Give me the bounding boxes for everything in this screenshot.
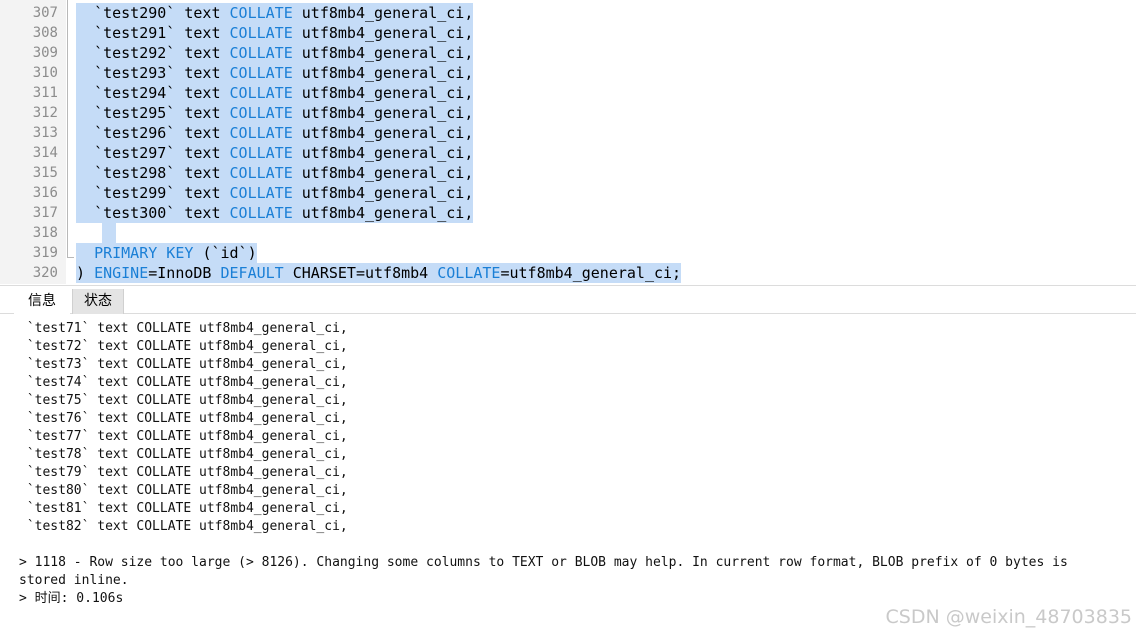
editor-line[interactable]: 307 `test290` text COLLATE utf8mb4_gener… xyxy=(0,3,1136,23)
code-text[interactable]: `test300` text COLLATE utf8mb4_general_c… xyxy=(76,203,474,223)
output-line: `test81` text COLLATE utf8mb4_general_ci… xyxy=(19,501,348,516)
output-line: `test75` text COLLATE utf8mb4_general_ci… xyxy=(19,393,348,408)
line-number: 308 xyxy=(32,25,58,41)
line-number: 317 xyxy=(32,205,58,221)
code-text[interactable]: `test290` text COLLATE utf8mb4_general_c… xyxy=(76,3,474,23)
editor-line[interactable]: 312 `test295` text COLLATE utf8mb4_gener… xyxy=(0,103,1136,123)
execution-time: > 时间: 0.106s xyxy=(19,591,124,606)
code-text[interactable]: `test298` text COLLATE utf8mb4_general_c… xyxy=(76,163,474,183)
line-number: 307 xyxy=(32,5,58,21)
output-line: `test78` text COLLATE utf8mb4_general_ci… xyxy=(19,447,348,462)
result-tab-bar: 信息 状态 xyxy=(0,285,1136,314)
sql-editor[interactable]: 307 `test290` text COLLATE utf8mb4_gener… xyxy=(0,0,1136,284)
code-text[interactable]: `test294` text COLLATE utf8mb4_general_c… xyxy=(76,83,474,103)
output-line: `test76` text COLLATE utf8mb4_general_ci… xyxy=(19,411,348,426)
line-number: 316 xyxy=(32,185,58,201)
editor-line[interactable]: 308 `test291` text COLLATE utf8mb4_gener… xyxy=(0,23,1136,43)
output-line: `test77` text COLLATE utf8mb4_general_ci… xyxy=(19,429,348,444)
output-line: `test82` text COLLATE utf8mb4_general_ci… xyxy=(19,519,348,534)
output-line: `test79` text COLLATE utf8mb4_general_ci… xyxy=(19,465,348,480)
editor-line-blank[interactable]: 318 xyxy=(0,223,1136,243)
line-number: 315 xyxy=(32,165,58,181)
editor-line[interactable]: 317 `test300` text COLLATE utf8mb4_gener… xyxy=(0,203,1136,223)
line-number: 310 xyxy=(32,65,58,81)
code-text[interactable]: `test297` text COLLATE utf8mb4_general_c… xyxy=(76,143,474,163)
code-text[interactable]: `test291` text COLLATE utf8mb4_general_c… xyxy=(76,23,474,43)
code-text[interactable]: `test295` text COLLATE utf8mb4_general_c… xyxy=(76,103,474,123)
tab-status[interactable]: 状态 xyxy=(72,289,124,314)
code-text[interactable]: PRIMARY KEY (`id`) xyxy=(76,243,257,263)
output-line: `test80` text COLLATE utf8mb4_general_ci… xyxy=(19,483,348,498)
line-number: 313 xyxy=(32,125,58,141)
message-output-panel[interactable]: `test71` text COLLATE utf8mb4_general_ci… xyxy=(0,314,1136,634)
code-text[interactable]: `test296` text COLLATE utf8mb4_general_c… xyxy=(76,123,474,143)
line-number: 319 xyxy=(32,245,58,261)
editor-line-engine[interactable]: 320 ) ENGINE=InnoDB DEFAULT CHARSET=utf8… xyxy=(0,263,1136,283)
error-message: > 1118 - Row size too large (> 8126). Ch… xyxy=(19,555,1068,570)
code-text[interactable]: `test293` text COLLATE utf8mb4_general_c… xyxy=(76,63,474,83)
tab-info[interactable]: 信息 xyxy=(14,289,70,314)
line-number: 320 xyxy=(32,265,58,281)
editor-line-primary-key[interactable]: 319 PRIMARY KEY (`id`) xyxy=(0,243,1136,263)
editor-line[interactable]: 314 `test297` text COLLATE utf8mb4_gener… xyxy=(0,143,1136,163)
line-number: 312 xyxy=(32,105,58,121)
editor-line[interactable]: 310 `test293` text COLLATE utf8mb4_gener… xyxy=(0,63,1136,83)
line-number: 311 xyxy=(32,85,58,101)
editor-line[interactable]: 313 `test296` text COLLATE utf8mb4_gener… xyxy=(0,123,1136,143)
code-text[interactable]: ) ENGINE=InnoDB DEFAULT CHARSET=utf8mb4 … xyxy=(76,263,682,283)
output-line: `test73` text COLLATE utf8mb4_general_ci… xyxy=(19,357,348,372)
error-message-continued: stored inline. xyxy=(19,573,129,588)
editor-line[interactable]: 309 `test292` text COLLATE utf8mb4_gener… xyxy=(0,43,1136,63)
code-text[interactable]: `test292` text COLLATE utf8mb4_general_c… xyxy=(76,43,474,63)
editor-line[interactable]: 311 `test294` text COLLATE utf8mb4_gener… xyxy=(0,83,1136,103)
editor-line[interactable]: 315 `test298` text COLLATE utf8mb4_gener… xyxy=(0,163,1136,183)
line-number: 309 xyxy=(32,45,58,61)
output-line: `test71` text COLLATE utf8mb4_general_ci… xyxy=(19,321,348,336)
watermark: CSDN @weixin_48703835 xyxy=(885,606,1133,628)
line-number: 314 xyxy=(32,145,58,161)
line-number: 318 xyxy=(32,225,58,241)
output-line: `test72` text COLLATE utf8mb4_general_ci… xyxy=(19,339,348,354)
output-line: `test74` text COLLATE utf8mb4_general_ci… xyxy=(19,375,348,390)
blank-selection xyxy=(102,223,116,243)
editor-line[interactable]: 316 `test299` text COLLATE utf8mb4_gener… xyxy=(0,183,1136,203)
code-text[interactable]: `test299` text COLLATE utf8mb4_general_c… xyxy=(76,183,474,203)
